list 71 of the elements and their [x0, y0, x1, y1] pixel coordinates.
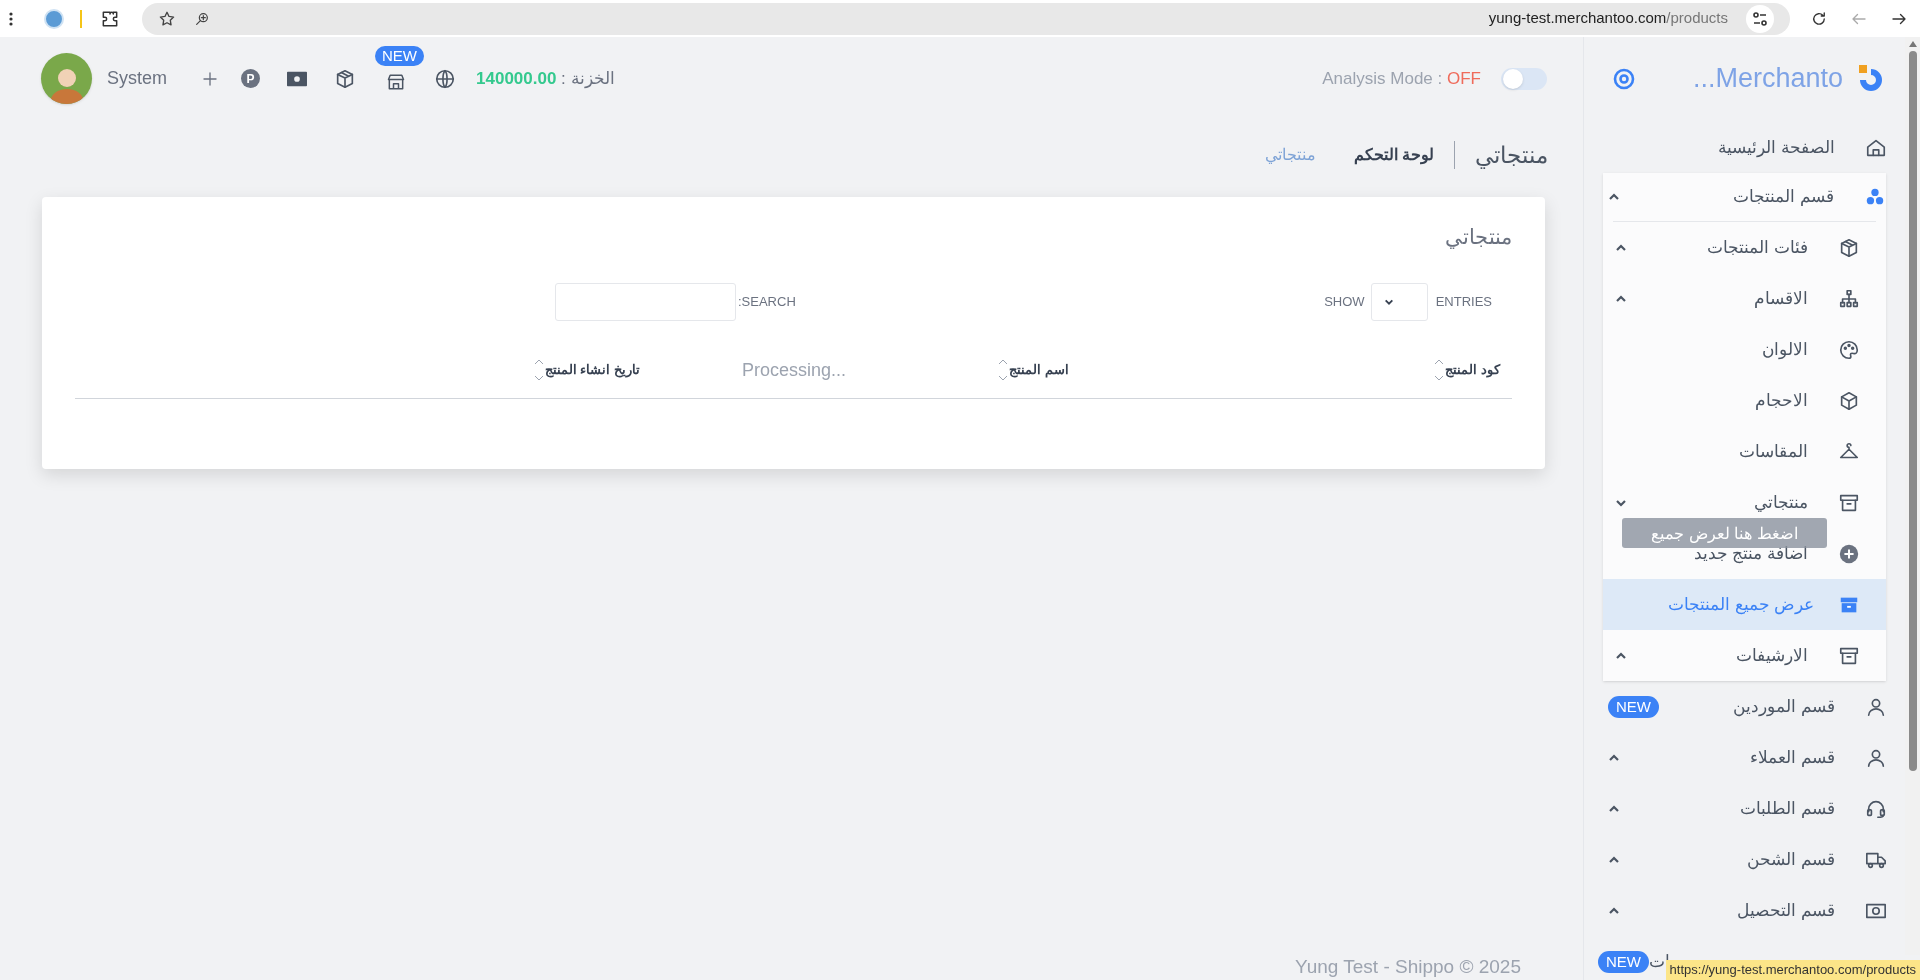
- avatar[interactable]: [41, 53, 92, 104]
- sidebar-item-label: قسم الشحن: [1747, 848, 1835, 872]
- sort-icon[interactable]: [998, 358, 1009, 382]
- sidebar-item-label: المقاسات: [1739, 440, 1808, 463]
- globe-icon: [434, 67, 456, 90]
- cube-icon: [1838, 389, 1860, 412]
- box-icon: [334, 67, 356, 90]
- box-icon: [1838, 236, 1860, 259]
- new-badge: NEW: [1608, 695, 1659, 718]
- analysis-mode-label: Analysis Mode : OFF: [1322, 67, 1481, 90]
- card-title: منتجاتي: [1444, 224, 1512, 251]
- menu-icon[interactable]: [8, 10, 14, 27]
- reload-icon: [1810, 9, 1828, 28]
- sidebar-item-label: الالوان: [1762, 338, 1808, 362]
- sidebar-item[interactable]: الصفحة الرئيسية: [1584, 122, 1905, 173]
- palette-icon: [1838, 338, 1860, 361]
- sidebar-item-label: قسم العملاء: [1750, 746, 1835, 769]
- sort-icon[interactable]: [533, 358, 544, 382]
- sidebar-item-label: قسم المنتجات: [1733, 186, 1834, 209]
- site-favicon[interactable]: [44, 8, 64, 29]
- plus-circle-icon: [1838, 542, 1860, 565]
- plus-icon: [201, 69, 219, 88]
- sidebar-item-label: الارشيفات: [1736, 644, 1808, 667]
- target-icon: [1612, 66, 1636, 91]
- new-badge: NEW: [375, 45, 424, 66]
- sidebar-item[interactable]: قسم الشحن: [1584, 834, 1905, 885]
- sidebar-item-label: قسم التحصيل: [1737, 899, 1835, 922]
- entries-label: ENTRIES: [1435, 292, 1492, 311]
- column-header[interactable]: تاريخ انشاء المنتج: [544, 360, 640, 380]
- analysis-mode-toggle[interactable]: [1501, 67, 1547, 90]
- search-label: :SEARCH: [738, 292, 796, 311]
- sidebar-item[interactable]: قسم الطلبات: [1584, 783, 1905, 834]
- tooltip-text: اضغط هنا لعرض جميع: [1651, 525, 1798, 542]
- sidebar-item-label: الصفحة الرئيسية: [1718, 136, 1835, 159]
- sidebar-item[interactable]: فئات المنتجات: [1603, 222, 1886, 273]
- sidebar-item[interactable]: قسم التحصيل: [1584, 885, 1905, 936]
- sidebar-item-label: منتجاتي: [1754, 491, 1808, 514]
- sidebar-item[interactable]: الاقسام: [1603, 273, 1886, 324]
- breadcrumb-item[interactable]: لوحة التحكم: [1353, 143, 1434, 167]
- sidebar-item-label: الاحجام: [1755, 389, 1808, 412]
- user-name[interactable]: System: [107, 65, 167, 92]
- sidebar-item[interactable]: منتجاتي: [1603, 477, 1886, 528]
- sidebar-item-label: عرض جميع المنتجات: [1667, 593, 1815, 617]
- sidebar-item-label: اضافة منتج جديد: [1693, 543, 1808, 566]
- hierarchy-icon: [1838, 287, 1860, 310]
- star-icon: [158, 9, 176, 28]
- sort-icon[interactable]: [1434, 358, 1445, 382]
- processing-indicator: Processing...: [742, 358, 847, 382]
- sidebar-item[interactable]: قسم المنتجات: [1603, 173, 1886, 221]
- sidebar-item-label: فئات المنتجات: [1707, 236, 1808, 259]
- new-badge: NEW: [1598, 950, 1649, 973]
- zoom-icon: [194, 10, 210, 27]
- column-header[interactable]: كود المنتج: [1445, 360, 1500, 380]
- status-url: https://yung-test.merchantoo.com/products: [1665, 960, 1920, 980]
- show-label: SHOW: [1324, 292, 1365, 311]
- sidebar-item-label: الاقسام: [1754, 287, 1808, 310]
- sidebar-item[interactable]: الالوان: [1603, 324, 1886, 375]
- sidebar-item[interactable]: الارشيفات: [1603, 630, 1886, 681]
- sidebar-item[interactable]: قسم العملاء: [1584, 732, 1905, 783]
- sidebar-item[interactable]: الاحجام: [1603, 375, 1886, 426]
- site-settings-icon[interactable]: [1746, 4, 1774, 33]
- address-bar[interactable]: yung-test.merchantoo.com/products: [142, 2, 1790, 35]
- search-field[interactable]: [555, 282, 736, 321]
- sidebar-item-label: قسم الموردين: [1733, 695, 1835, 719]
- parking-icon[interactable]: P: [241, 69, 260, 88]
- sidebar-item-label: قسم الطلبات: [1740, 797, 1835, 820]
- url-text[interactable]: yung-test.merchantoo.com/products: [1488, 7, 1728, 30]
- page-title: منتجاتي: [1475, 140, 1548, 171]
- sidebar-item[interactable]: المقاسات: [1603, 426, 1886, 477]
- column-header[interactable]: اسم المنتج: [1009, 360, 1069, 380]
- footer-text: Yung Test - Shippo © 2025: [1295, 956, 1521, 979]
